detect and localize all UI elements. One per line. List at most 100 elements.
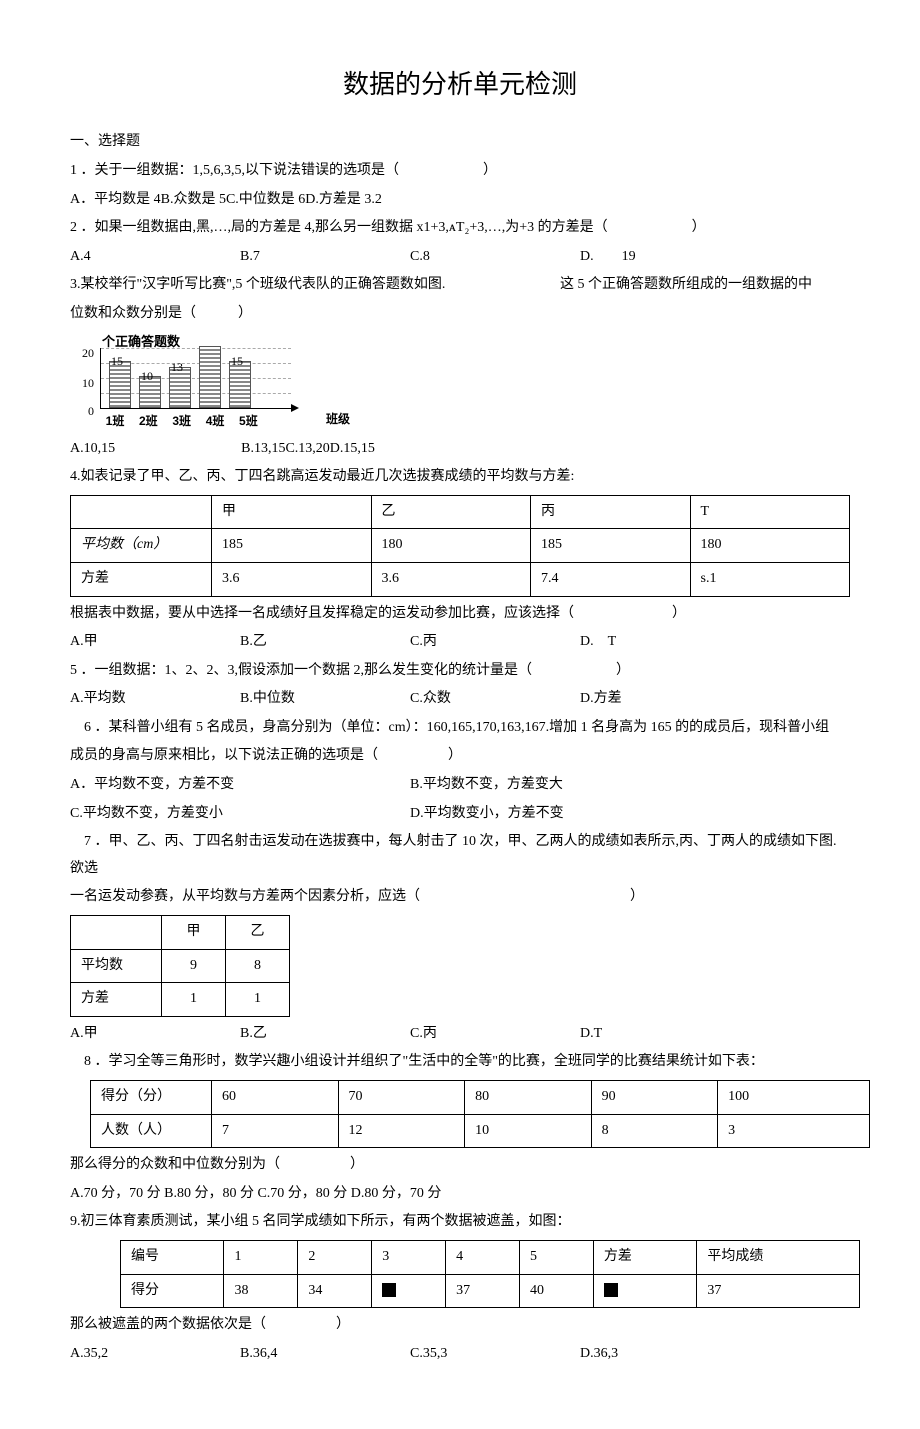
bar-4 — [199, 346, 221, 408]
cell: 80 — [465, 1081, 592, 1115]
q5-opt-a: A.平均数 — [70, 686, 240, 713]
q8-post: 那么得分的众数和中位数分别为（ ） — [70, 1152, 850, 1179]
q4-post: 根据表中数据，要从中选择一名成绩好且发挥稳定的运发动参加比赛，应该选择（ ） — [70, 601, 850, 628]
cell: 编号 — [121, 1240, 224, 1274]
x-labels: 1班 2班 3班 4班 5班 — [100, 410, 263, 433]
q2-opt-a: A.4 — [70, 244, 240, 271]
q7-table: 甲 乙 平均数 9 8 方差 1 1 — [70, 915, 290, 1017]
q2-opt-c: C.8 — [410, 244, 580, 271]
cell: 12 — [338, 1114, 465, 1148]
cell: 7.4 — [531, 562, 691, 596]
cell: 1 — [162, 983, 226, 1017]
cell: 100 — [718, 1081, 870, 1115]
cell: 9 — [162, 949, 226, 983]
q4-opt-c: C.丙 — [410, 629, 580, 656]
cell: 185 — [531, 529, 691, 563]
cell: 60 — [212, 1081, 339, 1115]
hidden-block-icon — [382, 1283, 396, 1297]
q4-opt-b: B.乙 — [240, 629, 410, 656]
xl-4: 4班 — [200, 410, 230, 433]
q9-opt-a: A.35,2 — [70, 1341, 240, 1368]
xl-2: 2班 — [133, 410, 163, 433]
cell: 40 — [520, 1274, 594, 1308]
cell: 平均数（cm） — [71, 529, 212, 563]
q7-opt-c: C.丙 — [410, 1021, 580, 1048]
cell: 3.6 — [371, 562, 531, 596]
q4-stem: 4.如表记录了甲、乙、丙、丁四名跳高运发动最近几次选拔赛成绩的平均数与方差: — [70, 464, 850, 491]
cell: 10 — [465, 1114, 592, 1148]
cell: 得分（分） — [91, 1081, 212, 1115]
q6-options-row2: C.平均数不变，方差变小 D.平均数变小，方差不变 — [70, 801, 850, 828]
q9-opt-d: D.36,3 — [580, 1341, 750, 1368]
q9-opt-b: B.36,4 — [240, 1341, 410, 1368]
q9-table: 编号 1 2 3 4 5 方差 平均成绩 得分 38 34 37 40 37 — [120, 1240, 860, 1308]
table-row: 得分 38 34 37 40 37 — [121, 1274, 860, 1308]
q1-options: A．平均数是 4B.众数是 5C.中位数是 6D.方差是 3.2 — [70, 187, 850, 214]
cell: 甲 — [212, 495, 372, 529]
cell: 平均数 — [71, 949, 162, 983]
cell: 方差 — [71, 562, 212, 596]
cell — [593, 1274, 696, 1308]
q7-opt-d: D.T — [580, 1021, 750, 1048]
cell: 1 — [224, 1240, 298, 1274]
cell: 3.6 — [212, 562, 372, 596]
q3-stem-right: 这 5 个正确答题数所组成的一组数据的中 — [560, 272, 850, 299]
cell: 4 — [446, 1240, 520, 1274]
q6-opt-d: D.平均数变小，方差不变 — [410, 801, 564, 828]
cell: 3 — [718, 1114, 870, 1148]
q8-stem: 8 ．学习全等三角形时，数学兴趣小组设计并组织了"生活中的全等"的比赛，全班同学… — [70, 1049, 850, 1076]
q9-stem: 9.初三体育素质测试，某小组 5 名同学成绩如下所示，有两个数据被遮盖，如图： — [70, 1209, 850, 1236]
cell: 38 — [224, 1274, 298, 1308]
table-row: 方差 3.6 3.6 7.4 s.1 — [71, 562, 850, 596]
q9-opt-c: C.35,3 — [410, 1341, 580, 1368]
cell: 180 — [371, 529, 531, 563]
cell: 丙 — [531, 495, 691, 529]
cell: 3 — [372, 1240, 446, 1274]
table-row: 平均数 9 8 — [71, 949, 290, 983]
q9-post: 那么被遮盖的两个数据依次是（ ） — [70, 1312, 850, 1339]
q3-options: A.10,15 B.13,15C.13,20D.15,15 — [70, 436, 850, 463]
q6-stem-2: 成员的身高与原来相比，以下说法正确的选项是（ ） — [70, 743, 850, 770]
q7-opt-a: A.甲 — [70, 1021, 240, 1048]
xl-1: 1班 — [100, 410, 130, 433]
q2-options: A.4 B.7 C.8 D. 19 — [70, 244, 850, 271]
cell: 8 — [226, 949, 290, 983]
q6-opt-c: C.平均数不变，方差变小 — [70, 801, 410, 828]
cell: 人数（人） — [91, 1114, 212, 1148]
cell — [372, 1274, 446, 1308]
cell: 方差 — [71, 983, 162, 1017]
table-row: 平均数（cm） 185 180 185 180 — [71, 529, 850, 563]
bar-3-label: 13 — [171, 356, 183, 379]
cell: 2 — [298, 1240, 372, 1274]
q3-stem-row: 3.某校举行"汉字听写比赛",5 个班级代表队的正确答题数如图. 这 5 个正确… — [70, 272, 850, 299]
cell: 37 — [697, 1274, 860, 1308]
q6-opt-b: B.平均数不变，方差变大 — [410, 772, 563, 799]
table-row: 甲 乙 丙 T — [71, 495, 850, 529]
table-row: 人数（人） 7 12 10 8 3 — [91, 1114, 870, 1148]
bar-2-label: 10 — [141, 365, 153, 388]
cell: 8 — [591, 1114, 718, 1148]
cell: 70 — [338, 1081, 465, 1115]
q7-opt-b: B.乙 — [240, 1021, 410, 1048]
cell: 方差 — [593, 1240, 696, 1274]
cell — [71, 495, 212, 529]
q4-opt-a: A.甲 — [70, 629, 240, 656]
q6-opt-a: A．平均数不变，方差不变 — [70, 772, 410, 799]
cell: s.1 — [690, 562, 850, 596]
q3-stem-2: 位数和众数分别是（ ） — [70, 301, 850, 328]
table-row: 方差 1 1 — [71, 983, 290, 1017]
q3-chart: 个正确答题数 20 10 0 15 10 13 15 1班 2班 3班 4班 5… — [70, 334, 330, 434]
x-axis-name: 班级 — [326, 408, 350, 431]
q2-opt-b: B.7 — [240, 244, 410, 271]
bar-5-label: 15 — [231, 350, 243, 373]
q2-stem: 2 ．如果一组数据由,黑,…,局的方差是 4,那么另一组数据 x1+3,ᴀT₂+… — [70, 215, 850, 242]
cell: 7 — [212, 1114, 339, 1148]
q1-stem: 1 ．关于一组数据：1,5,6,3,5,以下说法错误的选项是（ ） — [70, 158, 850, 185]
chart-grid: 15 10 13 15 — [100, 348, 291, 409]
cell: 37 — [446, 1274, 520, 1308]
q7-stem-1: 7 ．甲、乙、丙、丁四名射击运发动在选拔赛中，每人射击了 10 次，甲、乙两人的… — [70, 829, 850, 882]
page-title: 数据的分析单元检测 — [70, 60, 850, 109]
cell: 180 — [690, 529, 850, 563]
cell — [71, 916, 162, 950]
hidden-block-icon — [604, 1283, 618, 1297]
